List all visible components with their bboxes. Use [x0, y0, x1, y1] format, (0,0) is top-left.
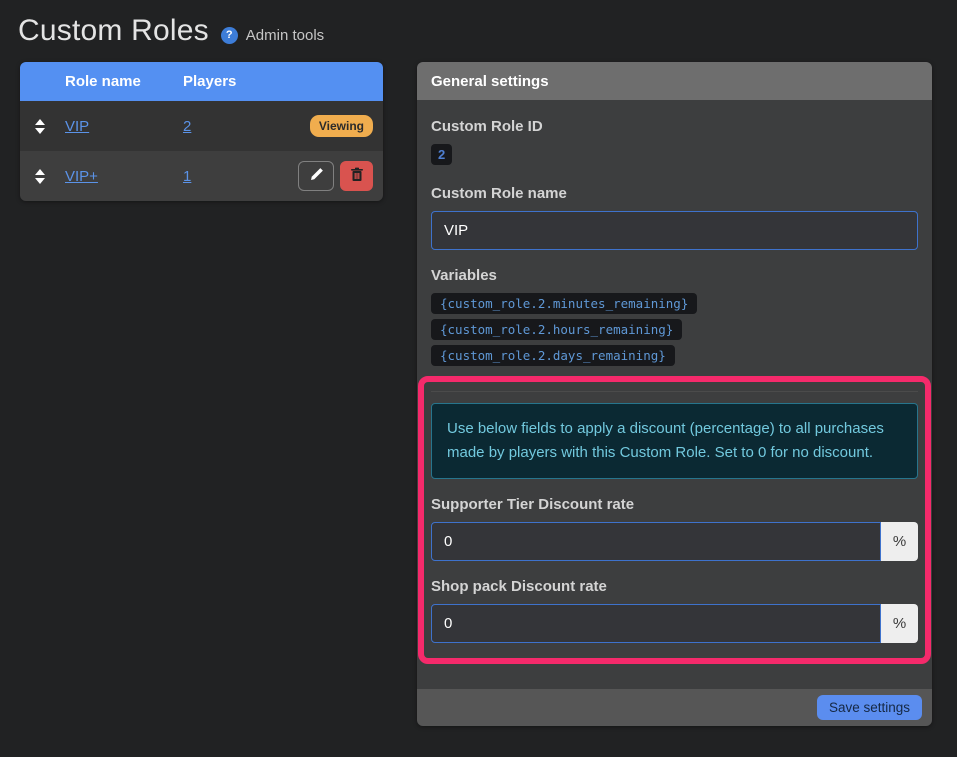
custom-role-name-label: Custom Role name	[431, 185, 918, 202]
viewing-badge: Viewing	[310, 115, 373, 137]
supporter-discount-input[interactable]	[431, 522, 881, 561]
trash-icon	[350, 167, 364, 185]
percent-suffix: %	[881, 522, 918, 561]
delete-role-button[interactable]	[340, 161, 373, 191]
variables-label: Variables	[431, 267, 918, 284]
variable-chip: {custom_role.2.hours_remaining}	[431, 319, 682, 340]
players-count-link[interactable]: 2	[183, 118, 310, 135]
drag-handle-icon[interactable]	[34, 169, 46, 184]
shop-discount-label: Shop pack Discount rate	[431, 578, 918, 595]
main-content: Role name Players VIP 2 Viewing VIP+ 1	[0, 58, 957, 726]
custom-role-id-label: Custom Role ID	[431, 118, 918, 135]
save-settings-button[interactable]: Save settings	[817, 695, 922, 720]
column-role-name: Role name	[65, 73, 183, 90]
pencil-icon	[309, 167, 324, 185]
roles-table: Role name Players VIP 2 Viewing VIP+ 1	[20, 62, 383, 201]
edit-role-button[interactable]	[298, 161, 334, 191]
supporter-discount-group: %	[431, 522, 918, 561]
shop-discount-input[interactable]	[431, 604, 881, 643]
roles-table-header: Role name Players	[20, 62, 383, 101]
role-name-link[interactable]: VIP	[65, 118, 183, 135]
panel-footer: Save settings	[417, 689, 932, 726]
table-row-vip: VIP 2 Viewing	[20, 101, 383, 151]
row-actions	[298, 161, 373, 191]
supporter-discount-label: Supporter Tier Discount rate	[431, 496, 918, 513]
percent-suffix: %	[881, 604, 918, 643]
drag-handle-icon[interactable]	[34, 119, 46, 134]
page-header: Custom Roles ? Admin tools	[0, 0, 957, 58]
page-subtitle: Admin tools	[246, 27, 324, 44]
custom-role-name-input[interactable]	[431, 211, 918, 250]
discount-highlight-section: Use below fields to apply a discount (pe…	[418, 376, 931, 664]
discount-info-box: Use below fields to apply a discount (pe…	[431, 403, 918, 479]
custom-role-id-value: 2	[431, 144, 452, 165]
role-name-link[interactable]: VIP+	[65, 168, 183, 185]
general-settings-panel: General settings Custom Role ID 2 Custom…	[417, 62, 932, 726]
shop-discount-group: %	[431, 604, 918, 643]
panel-header: General settings	[417, 62, 932, 100]
table-row-vip-plus: VIP+ 1	[20, 151, 383, 201]
players-count-link[interactable]: 1	[183, 168, 298, 185]
variable-chip: {custom_role.2.minutes_remaining}	[431, 293, 697, 314]
variable-chip: {custom_role.2.days_remaining}	[431, 345, 675, 366]
panel-body: Custom Role ID 2 Custom Role name Variab…	[417, 100, 932, 689]
page-title: Custom Roles	[18, 14, 209, 48]
help-icon[interactable]: ?	[221, 27, 238, 44]
column-players: Players	[183, 73, 383, 90]
section-divider	[431, 391, 918, 392]
